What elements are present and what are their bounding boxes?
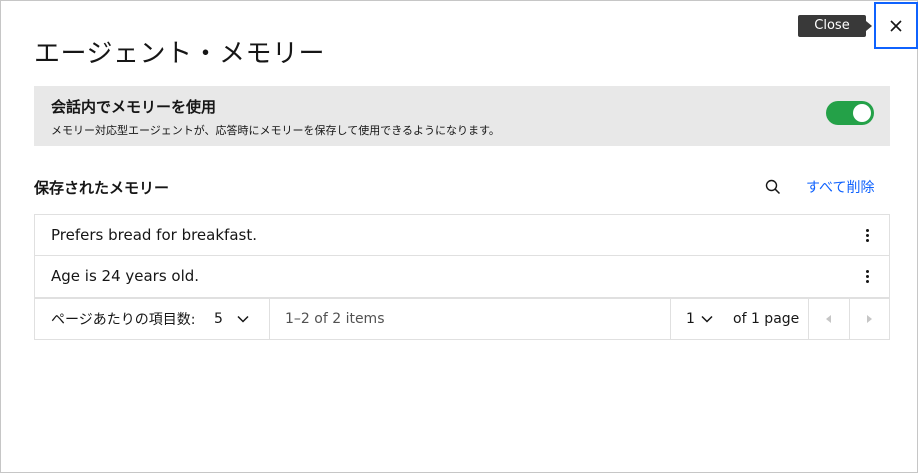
- memory-toggle-title: 会話内でメモリーを使用: [51, 98, 217, 116]
- items-per-page-label: ページあたりの項目数:: [51, 312, 196, 328]
- search-icon: [765, 179, 781, 195]
- memory-toggle-panel: 会話内でメモリーを使用 メモリー対応型エージェントが、応答時にメモリーを保存して…: [34, 86, 890, 146]
- caret-right-icon: [867, 315, 872, 323]
- divider: [670, 299, 671, 339]
- memory-toggle-switch[interactable]: [826, 101, 874, 125]
- delete-all-button[interactable]: すべて削除: [806, 177, 874, 197]
- close-tooltip: Close: [798, 15, 872, 37]
- next-page-button[interactable]: [850, 299, 890, 339]
- overflow-menu-button[interactable]: [857, 225, 877, 245]
- caret-left-icon: [826, 315, 831, 323]
- items-per-page-value: 5: [214, 311, 223, 327]
- agent-memory-modal: エージェント・メモリー Close 会話内でメモリーを使用 メモリー対応型エージ…: [0, 0, 918, 473]
- previous-page-button[interactable]: [809, 299, 849, 339]
- divider: [269, 299, 270, 339]
- page-select[interactable]: 1: [686, 299, 726, 339]
- list-item: Age is 24 years old.: [34, 256, 890, 298]
- toggle-knob: [853, 104, 871, 122]
- items-per-page-select[interactable]: 5: [213, 299, 269, 339]
- modal-title: エージェント・メモリー: [34, 39, 325, 69]
- close-button[interactable]: [874, 2, 918, 49]
- overflow-menu-icon: [865, 228, 869, 232]
- item-range-text: 1–2 of 2 items: [285, 311, 385, 327]
- close-icon: [890, 19, 902, 32]
- memory-text: Age is 24 years old.: [51, 267, 200, 285]
- total-pages-text: of 1 page: [733, 311, 800, 327]
- current-page-value: 1: [686, 311, 695, 327]
- chevron-down-icon: [237, 315, 249, 323]
- pagination: ページあたりの項目数: 5 1–2 of 2 items 1 of 1 page: [34, 298, 890, 340]
- memory-list: Prefers bread for breakfast. Age is 24 y…: [34, 214, 890, 298]
- overflow-menu-icon: [865, 269, 869, 273]
- chevron-down-icon: [701, 315, 713, 323]
- list-item: Prefers bread for breakfast.: [34, 214, 890, 256]
- memory-text: Prefers bread for breakfast.: [51, 226, 257, 244]
- saved-memories-title: 保存されたメモリー: [34, 179, 170, 197]
- search-button[interactable]: [759, 173, 787, 201]
- memory-toggle-description: メモリー対応型エージェントが、応答時にメモリーを保存して使用できるようになります…: [51, 124, 500, 137]
- overflow-menu-button[interactable]: [857, 266, 877, 286]
